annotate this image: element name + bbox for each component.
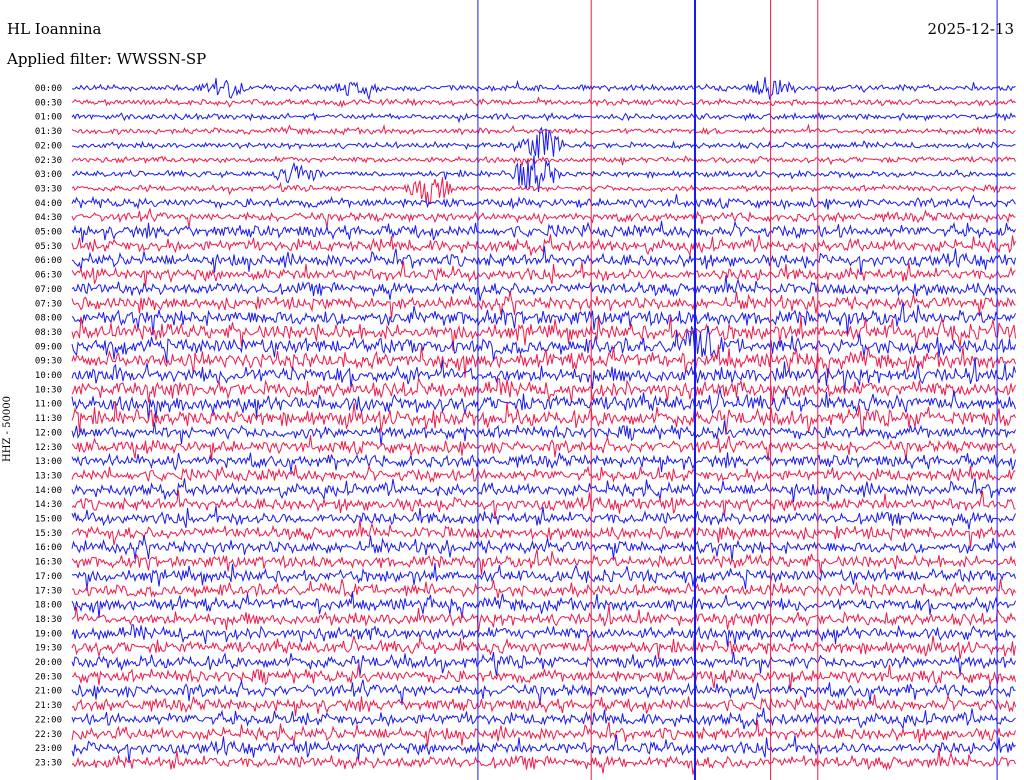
row-label: 09:30 [35, 357, 62, 367]
row-label: 07:00 [35, 285, 62, 295]
row-label: 04:00 [35, 199, 62, 209]
row-label: 02:00 [35, 141, 62, 151]
row-label: 11:30 [35, 414, 62, 424]
row-label: 05:30 [35, 242, 62, 252]
row-label: 07:30 [35, 299, 62, 309]
trace-row [71, 96, 1016, 109]
trace-row [71, 275, 1016, 302]
trace-row [71, 734, 1016, 763]
row-label: 15:00 [35, 515, 62, 525]
row-label: 01:00 [35, 113, 62, 123]
row-label: 01:30 [35, 127, 62, 137]
trace-row [71, 664, 1016, 690]
row-label: 00:30 [35, 98, 62, 108]
trace-row [71, 207, 1016, 228]
trace-row [71, 519, 1016, 548]
trace-row [71, 707, 1016, 731]
trace-row [71, 220, 1016, 243]
row-label: 23:30 [35, 758, 62, 768]
row-label: 19:30 [35, 644, 62, 654]
row-label: 14:30 [35, 500, 62, 510]
row-label: 20:30 [35, 672, 62, 682]
row-label: 17:00 [35, 572, 62, 582]
trace-row [71, 76, 1016, 101]
row-label: 00:00 [35, 84, 62, 94]
row-label: 06:00 [35, 256, 62, 266]
row-label: 19:00 [35, 629, 62, 639]
row-labels-group: 00:00 00:30 01:00 01:30 02:00 02:30 03:00 03:30… [35, 84, 62, 768]
row-label: 14:00 [35, 486, 62, 496]
row-label: 05:00 [35, 228, 62, 238]
row-label: 21:30 [35, 701, 62, 711]
trace-row [71, 420, 1016, 446]
trace-row [71, 604, 1016, 632]
row-label: 23:00 [35, 744, 62, 754]
row-label: 16:00 [35, 543, 62, 553]
row-label: 18:30 [35, 615, 62, 625]
row-label: 08:00 [35, 314, 62, 324]
trace-row [71, 194, 1016, 211]
trace-row [71, 591, 1016, 619]
row-label: 15:30 [35, 529, 62, 539]
row-label: 12:00 [35, 428, 62, 438]
row-label: 10:30 [35, 385, 62, 395]
row-label: 13:00 [35, 457, 62, 467]
trace-row [71, 549, 1016, 575]
row-label: 20:00 [35, 658, 62, 668]
helicorder-plot: 00:00 00:30 01:00 01:30 02:00 02:30 03:00 03:30… [35, 0, 1016, 780]
row-label: 21:00 [35, 687, 62, 697]
row-label: 17:30 [35, 586, 62, 596]
trace-row [71, 748, 1016, 775]
row-label: 10:00 [35, 371, 62, 381]
row-label: 13:30 [35, 471, 62, 481]
row-label: 03:30 [35, 184, 62, 194]
trace-row [71, 452, 1016, 473]
trace-row [71, 315, 1016, 351]
row-label: 02:30 [35, 156, 62, 166]
trace-row [71, 634, 1016, 660]
traces-group [71, 76, 1016, 775]
row-label: 03:00 [35, 170, 62, 180]
row-label: 09:00 [35, 342, 62, 352]
row-label: 12:30 [35, 443, 62, 453]
trace-row [71, 693, 1016, 717]
trace-row [71, 464, 1016, 483]
trace-row [71, 435, 1016, 462]
trace-row [71, 111, 1016, 124]
row-label: 11:00 [35, 400, 62, 410]
row-label: 22:30 [35, 730, 62, 740]
trace-row [71, 155, 1016, 168]
row-label: 16:30 [35, 558, 62, 568]
trace-row [71, 478, 1016, 503]
trace-row [71, 123, 1016, 136]
trace-row [71, 505, 1016, 530]
row-label: 22:00 [35, 715, 62, 725]
row-label: 08:30 [35, 328, 62, 338]
row-label: 04:30 [35, 213, 62, 223]
row-label: 18:00 [35, 601, 62, 611]
trace-row [71, 177, 1016, 205]
trace-row [71, 578, 1016, 599]
row-label: 06:30 [35, 271, 62, 281]
